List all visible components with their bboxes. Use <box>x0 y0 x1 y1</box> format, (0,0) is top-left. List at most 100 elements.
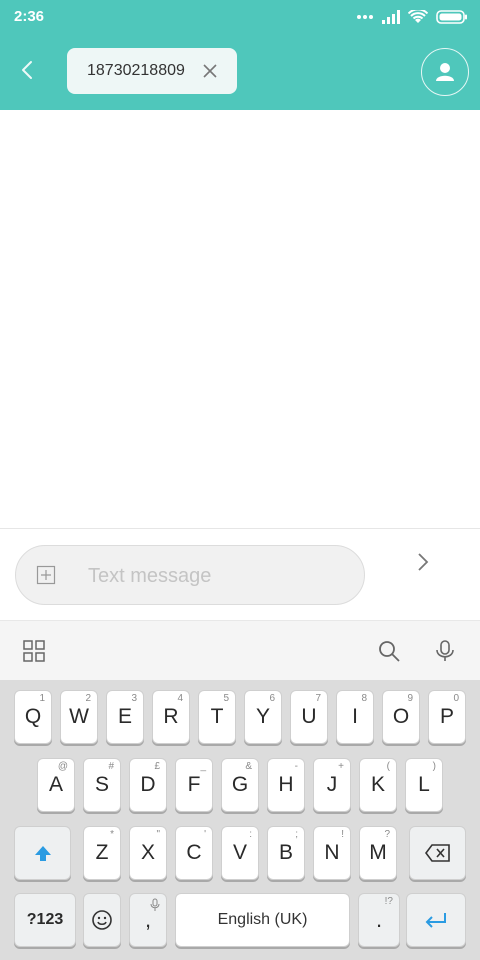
space-key[interactable]: English (UK) <box>175 893 350 947</box>
key-hint: 9 <box>407 693 413 704</box>
key-j[interactable]: J + <box>313 758 351 812</box>
key-label: Q <box>24 705 42 728</box>
key-m[interactable]: M? <box>359 826 397 880</box>
backspace-icon <box>424 844 450 862</box>
key-label: A <box>48 773 63 796</box>
mic-small-icon <box>150 898 160 911</box>
key-hint: @ <box>57 761 68 772</box>
add-attachment-icon[interactable] <box>36 565 56 585</box>
apps-grid-icon[interactable] <box>22 639 46 663</box>
back-button[interactable] <box>14 56 42 84</box>
key-hint: " <box>156 829 160 840</box>
key-b[interactable]: B; <box>267 826 305 880</box>
symbols-key[interactable]: ?123 <box>14 893 76 947</box>
status-bar: 2:36 <box>0 0 480 34</box>
key-label: H <box>278 773 294 796</box>
key-o[interactable]: O9 <box>382 690 420 744</box>
key-x[interactable]: X " <box>129 826 167 880</box>
comma-key[interactable]: , <box>129 893 167 947</box>
contact-button[interactable] <box>421 48 469 96</box>
keyboard-toolbar <box>0 620 480 680</box>
key-hint: 2 <box>85 693 91 704</box>
more-dots-icon <box>357 15 373 19</box>
key-hint: 6 <box>269 693 275 704</box>
mic-icon[interactable] <box>433 639 457 663</box>
period-key[interactable]: . !? <box>358 893 400 947</box>
key-label: L <box>418 773 430 796</box>
key-z[interactable]: Z * <box>83 826 121 880</box>
key-y[interactable]: Y6 <box>244 690 282 744</box>
key-a[interactable]: A @ <box>37 758 75 812</box>
key-hint: & <box>245 761 252 772</box>
key-label: E <box>117 705 132 728</box>
wifi-icon <box>408 10 428 23</box>
key-h[interactable]: H- <box>267 758 305 812</box>
key-f[interactable]: F _ <box>175 758 213 812</box>
key-label: T <box>210 705 224 728</box>
key-hint: 8 <box>361 693 367 704</box>
shift-icon <box>34 846 51 861</box>
key-u[interactable]: U7 <box>290 690 328 744</box>
key-hint: 0 <box>453 693 459 704</box>
key-hint: 1 <box>39 693 45 704</box>
key-hint: * <box>110 829 114 840</box>
key-hint: 4 <box>177 693 183 704</box>
key-label: Y <box>255 705 270 728</box>
key-n[interactable]: N! <box>313 826 351 880</box>
key-hint: ( <box>386 761 390 772</box>
status-icons <box>356 8 468 26</box>
search-icon[interactable] <box>377 639 401 663</box>
key-q[interactable]: Q1 <box>14 690 52 744</box>
key-hint: ? <box>384 829 390 840</box>
signal-icon <box>382 10 400 24</box>
shift-key[interactable] <box>14 826 71 880</box>
recipient-chip[interactable]: 18730218809 <box>67 48 237 94</box>
recipient-number: 18730218809 <box>87 62 185 79</box>
emoji-key[interactable] <box>83 893 121 947</box>
key-label: R <box>163 705 179 728</box>
key-label: U <box>301 705 317 728</box>
key-v[interactable]: V: <box>221 826 259 880</box>
period-hint: !? <box>384 896 393 907</box>
key-r[interactable]: R4 <box>152 690 190 744</box>
key-e[interactable]: E3 <box>106 690 144 744</box>
back-arrow-icon <box>22 61 32 79</box>
key-t[interactable]: T5 <box>198 690 236 744</box>
key-p[interactable]: P0 <box>428 690 466 744</box>
key-label: N <box>324 841 340 864</box>
key-label: Z <box>95 841 109 864</box>
key-hint: _ <box>200 761 206 772</box>
key-label: M <box>369 841 387 864</box>
send-chevron-icon[interactable] <box>412 551 434 573</box>
key-label: O <box>392 705 410 728</box>
backspace-key[interactable] <box>409 826 466 880</box>
message-thread <box>0 110 480 528</box>
key-label: V <box>232 841 247 864</box>
period-label: . <box>375 907 383 932</box>
battery-icon <box>436 10 467 24</box>
key-k[interactable]: K( <box>359 758 397 812</box>
key-label: W <box>69 705 89 728</box>
key-label: S <box>94 773 109 796</box>
key-label: D <box>140 773 156 796</box>
message-input[interactable]: Text message <box>15 545 365 605</box>
key-w[interactable]: W2 <box>60 690 98 744</box>
key-hint: 5 <box>223 693 229 704</box>
enter-key[interactable] <box>406 893 466 947</box>
key-hint: 7 <box>315 693 321 704</box>
key-hint: ' <box>204 829 206 840</box>
key-hint: ) <box>432 761 436 772</box>
key-d[interactable]: D £ <box>129 758 167 812</box>
key-i[interactable]: I8 <box>336 690 374 744</box>
key-label: K <box>370 773 385 796</box>
status-time: 2:36 <box>14 8 45 25</box>
key-l[interactable]: L) <box>405 758 443 812</box>
key-hint: ! <box>341 829 344 840</box>
close-icon[interactable] <box>201 62 219 80</box>
key-hint: - <box>294 761 298 772</box>
key-c[interactable]: C ' <box>175 826 213 880</box>
key-s[interactable]: S # <box>83 758 121 812</box>
key-label: P <box>439 705 454 728</box>
key-hint: + <box>338 761 344 772</box>
key-g[interactable]: G & <box>221 758 259 812</box>
